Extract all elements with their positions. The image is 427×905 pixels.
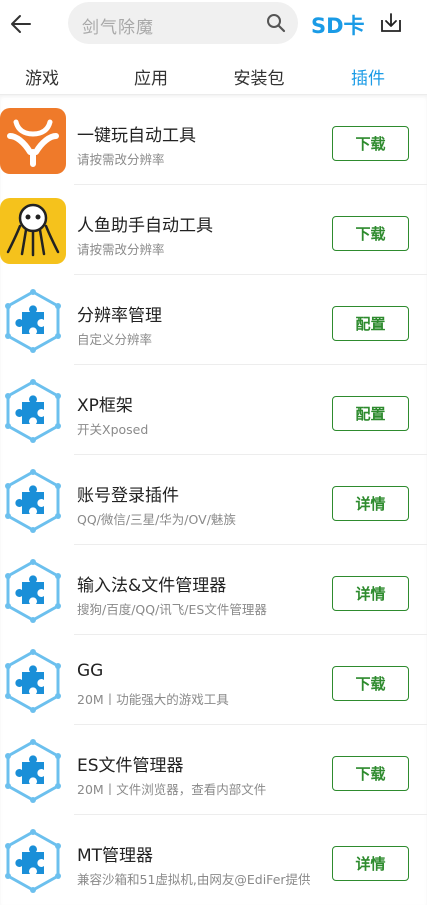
details-button[interactable]: 详情 — [332, 846, 409, 881]
item-name: GG — [77, 661, 104, 681]
list-item[interactable]: 一键玩自动工具 请按需改分辨率 下载 — [0, 95, 427, 185]
item-name: 分辨率管理 — [77, 306, 162, 326]
item-desc: 请按需改分辨率 — [77, 242, 165, 257]
configure-button[interactable]: 配置 — [332, 306, 409, 341]
item-name: 人鱼助手自动工具 — [77, 216, 213, 236]
download-manager-icon[interactable] — [380, 12, 402, 38]
puzzle-icon — [0, 288, 66, 354]
orange-y-logo-icon — [0, 108, 66, 174]
item-desc: 开关Xposed — [77, 422, 149, 437]
download-button[interactable]: 下载 — [332, 216, 409, 251]
puzzle-icon — [0, 648, 66, 714]
configure-button[interactable]: 配置 — [332, 396, 409, 431]
item-name: XP框架 — [77, 396, 133, 416]
item-desc: QQ/微信/三星/华为/OV/魅族 — [77, 512, 236, 527]
tab-apps[interactable]: 应用 — [134, 64, 168, 89]
list-item[interactable]: XP框架 开关Xposed 配置 — [0, 365, 427, 455]
item-name: 输入法&文件管理器 — [77, 576, 227, 596]
item-desc: 自定义分辨率 — [77, 332, 153, 347]
list-item[interactable]: MT管理器 兼容沙箱和51虚拟机,由网友@EdiFer提供 详情 — [0, 815, 427, 905]
puzzle-icon — [0, 468, 66, 534]
list-item[interactable]: GG 20M丨功能强大的游戏工具 下载 — [0, 635, 427, 725]
top-bar: 剑气除魔 SD卡 — [0, 0, 427, 48]
list-item[interactable]: 分辨率管理 自定义分辨率 配置 — [0, 275, 427, 365]
list-item[interactable]: 账号登录插件 QQ/微信/三星/华为/OV/魅族 详情 — [0, 455, 427, 545]
puzzle-icon — [0, 378, 66, 444]
download-button[interactable]: 下载 — [332, 666, 409, 701]
item-name: ES文件管理器 — [77, 756, 184, 776]
download-button[interactable]: 下载 — [332, 756, 409, 791]
item-name: MT管理器 — [77, 846, 154, 866]
details-button[interactable]: 详情 — [332, 576, 409, 611]
item-desc: 搜狗/百度/QQ/讯飞/ES文件管理器 — [77, 602, 267, 617]
tab-games[interactable]: 游戏 — [25, 64, 59, 89]
list-item[interactable]: 人鱼助手自动工具 请按需改分辨率 下载 — [0, 185, 427, 275]
list-item[interactable]: 输入法&文件管理器 搜狗/百度/QQ/讯飞/ES文件管理器 详情 — [0, 545, 427, 635]
item-name: 账号登录插件 — [77, 486, 179, 506]
search-input[interactable]: 剑气除魔 — [68, 2, 298, 44]
item-desc: 请按需改分辨率 — [77, 152, 165, 167]
search-placeholder: 剑气除魔 — [82, 18, 154, 38]
sd-card-button[interactable]: SD卡 — [311, 10, 365, 40]
item-desc: 兼容沙箱和51虚拟机,由网友@EdiFer提供 — [77, 872, 311, 887]
item-desc: 20M丨功能强大的游戏工具 — [77, 692, 229, 707]
search-icon[interactable] — [266, 13, 286, 37]
tab-packages[interactable]: 安装包 — [234, 64, 285, 89]
download-button[interactable]: 下载 — [332, 126, 409, 161]
puzzle-icon — [0, 738, 66, 804]
item-name: 一键玩自动工具 — [77, 126, 196, 146]
puzzle-icon — [0, 828, 66, 894]
plugin-list: 一键玩自动工具 请按需改分辨率 下载 人鱼助手自动工具 请按需改分辨率 下载 分… — [0, 94, 427, 905]
details-button[interactable]: 详情 — [332, 486, 409, 521]
list-item[interactable]: ES文件管理器 20M丨文件浏览器，查看内部文件 下载 — [0, 725, 427, 815]
item-desc: 20M丨文件浏览器，查看内部文件 — [77, 782, 267, 797]
back-arrow-icon[interactable] — [6, 9, 36, 39]
category-tabs: 游戏 应用 安装包 插件 — [0, 48, 427, 94]
puzzle-icon — [0, 558, 66, 624]
tab-plugins[interactable]: 插件 — [351, 64, 385, 89]
mermaid-logo-icon — [0, 198, 66, 264]
